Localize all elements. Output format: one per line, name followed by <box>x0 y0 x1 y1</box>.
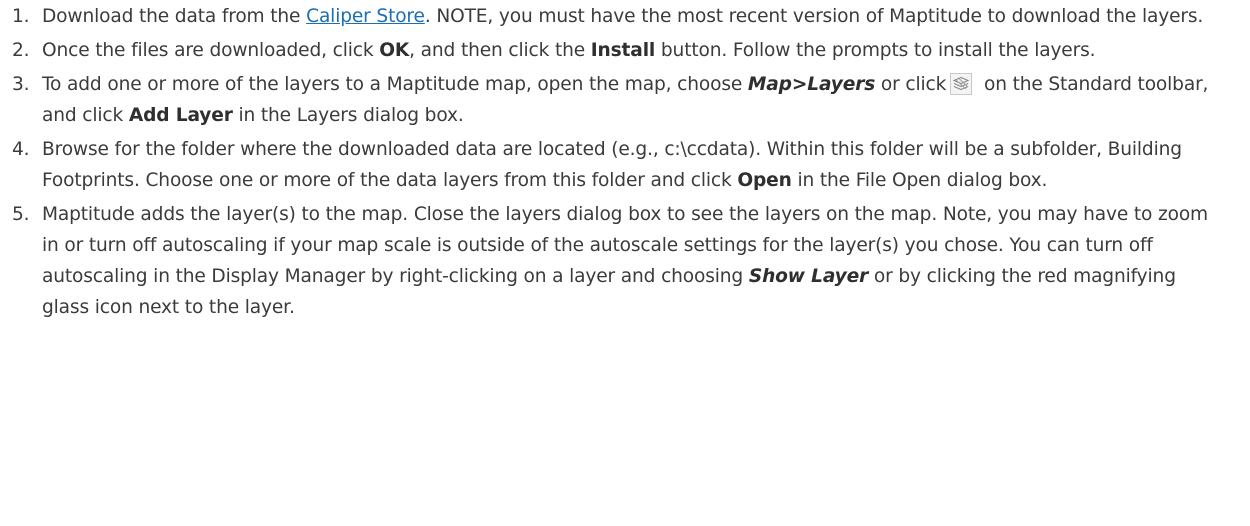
step-text: or click <box>875 74 947 95</box>
step-text: in the Layers dialog box. <box>232 105 464 126</box>
step-text: , and then click the <box>409 40 591 61</box>
map-layers-menu-reference: Map>Layers <box>747 74 876 95</box>
install-button-reference: Install <box>590 40 656 61</box>
ok-button-reference: OK <box>379 40 410 61</box>
step-text: Once the files are downloaded, click <box>42 40 380 61</box>
step-4: 4. Browse for the folder where the downl… <box>0 134 1250 196</box>
caliper-store-link[interactable]: Caliper Store <box>306 6 425 27</box>
add-layer-button-reference: Add Layer <box>128 105 233 126</box>
instruction-steps-list: 1. Download the data from the Caliper St… <box>0 1 1250 323</box>
step-text: in the File Open dialog box. <box>791 170 1048 191</box>
step-3: 3. To add one or more of the layers to a… <box>0 69 1250 131</box>
step-5: 5. Maptitude adds the layer(s) to the ma… <box>0 199 1250 323</box>
step-number: 1. <box>12 6 30 27</box>
show-layer-menu-reference: Show Layer <box>748 266 869 287</box>
step-number: 2. <box>12 40 30 61</box>
step-text: button. Follow the prompts to install th… <box>655 40 1096 61</box>
step-text: . NOTE, you must have the most recent ve… <box>424 6 1204 27</box>
step-1: 1. Download the data from the Caliper St… <box>0 1 1250 32</box>
step-number: 4. <box>12 139 30 160</box>
layers-icon <box>950 73 973 95</box>
step-number: 5. <box>12 204 30 225</box>
step-text: Download the data from the <box>42 6 307 27</box>
step-2: 2. Once the files are downloaded, click … <box>0 35 1250 66</box>
step-number: 3. <box>12 74 30 95</box>
instructions-page: 1. Download the data from the Caliper St… <box>0 0 1250 526</box>
step-text: To add one or more of the layers to a Ma… <box>42 74 748 95</box>
open-button-reference: Open <box>737 170 792 191</box>
